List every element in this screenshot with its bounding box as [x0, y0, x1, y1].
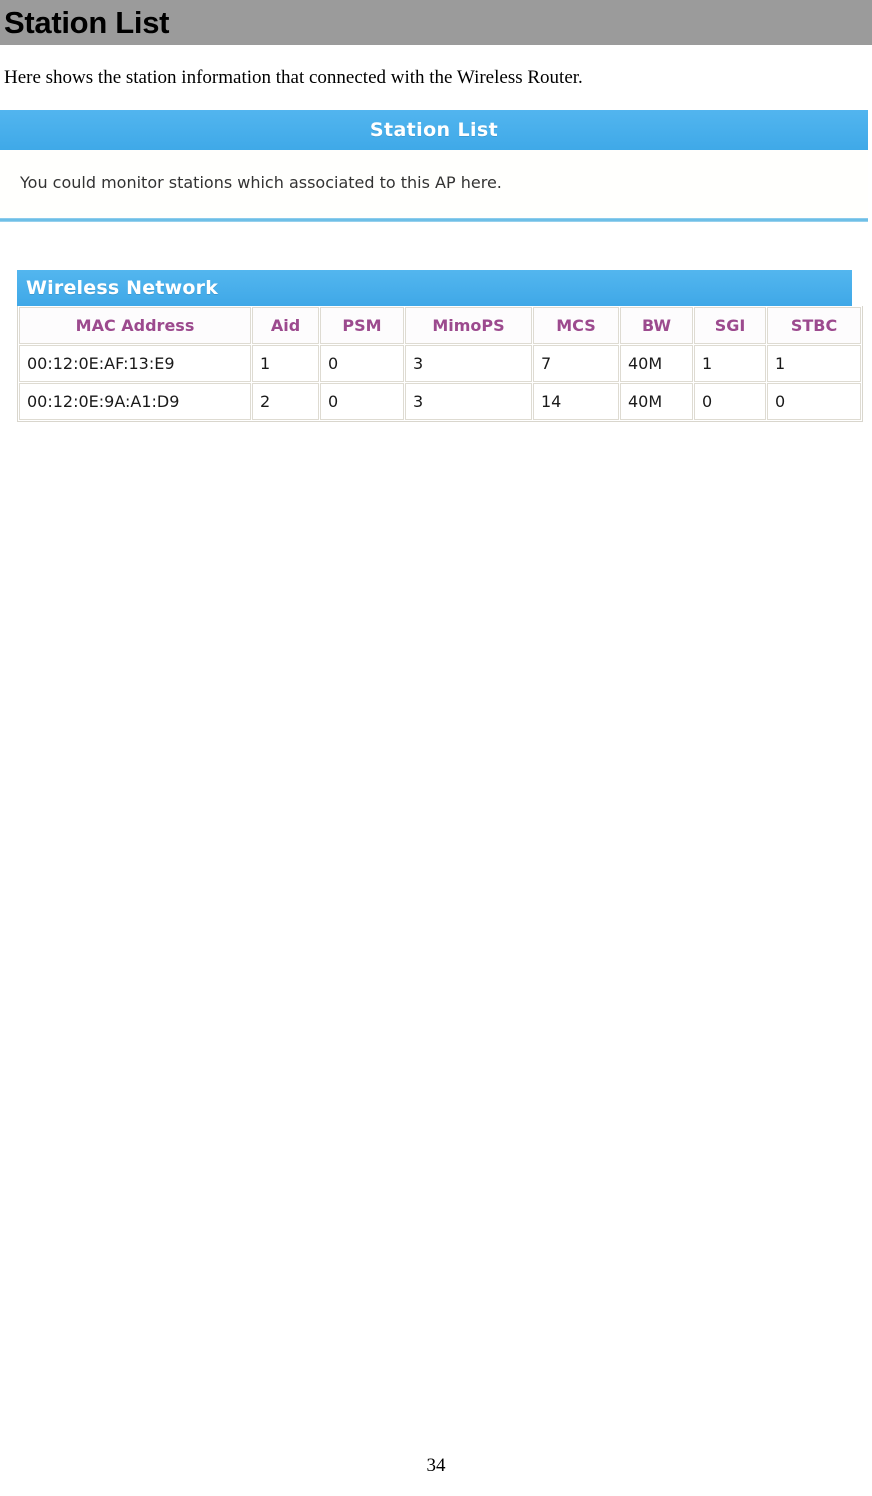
page-title: Station List — [4, 5, 170, 40]
cell-sgi: 1 — [694, 345, 766, 382]
table-row: 00:12:0E:9A:A1:D9 2 0 3 14 40M 0 0 — [19, 383, 861, 420]
column-header-stbc: STBC — [767, 307, 861, 344]
cell-mcs: 7 — [533, 345, 619, 382]
panel-banner-title: Station List — [369, 119, 499, 141]
cell-mcs: 14 — [533, 383, 619, 420]
cell-psm: 0 — [320, 383, 404, 420]
cell-sgi: 0 — [694, 383, 766, 420]
panel-banner: Station List — [0, 110, 868, 150]
cell-aid: 2 — [252, 383, 319, 420]
intro-paragraph: Here shows the station information that … — [4, 67, 583, 88]
panel-divider — [0, 218, 868, 222]
cell-mimops: 3 — [405, 345, 532, 382]
table-header-row: MAC Address Aid PSM MimoPS MCS BW SGI ST… — [19, 307, 861, 344]
cell-stbc: 0 — [767, 383, 861, 420]
column-header-mimops: MimoPS — [405, 307, 532, 344]
wireless-network-banner-title: Wireless Network — [26, 277, 219, 299]
cell-mac-address: 00:12:0E:AF:13:E9 — [19, 345, 251, 382]
wireless-network-banner: Wireless Network — [17, 270, 852, 306]
cell-mimops: 3 — [405, 383, 532, 420]
cell-psm: 0 — [320, 345, 404, 382]
column-header-mac-address: MAC Address — [19, 307, 251, 344]
panel-description: You could monitor stations which associa… — [20, 173, 502, 192]
cell-bw: 40M — [620, 383, 693, 420]
cell-aid: 1 — [252, 345, 319, 382]
wireless-network-block: Wireless Network MAC Address Aid PSM Mim… — [17, 270, 863, 422]
column-header-psm: PSM — [320, 307, 404, 344]
router-web-ui: Station List You could monitor stations … — [0, 110, 868, 422]
column-header-aid: Aid — [252, 307, 319, 344]
station-table: MAC Address Aid PSM MimoPS MCS BW SGI ST… — [17, 306, 863, 422]
panel-description-area: You could monitor stations which associa… — [0, 150, 868, 218]
cell-bw: 40M — [620, 345, 693, 382]
column-header-sgi: SGI — [694, 307, 766, 344]
cell-stbc: 1 — [767, 345, 861, 382]
column-header-bw: BW — [620, 307, 693, 344]
cell-mac-address: 00:12:0E:9A:A1:D9 — [19, 383, 251, 420]
table-row: 00:12:0E:AF:13:E9 1 0 3 7 40M 1 1 — [19, 345, 861, 382]
column-header-mcs: MCS — [533, 307, 619, 344]
page-number: 34 — [426, 1455, 446, 1476]
document-title-bar: Station List — [0, 0, 872, 45]
